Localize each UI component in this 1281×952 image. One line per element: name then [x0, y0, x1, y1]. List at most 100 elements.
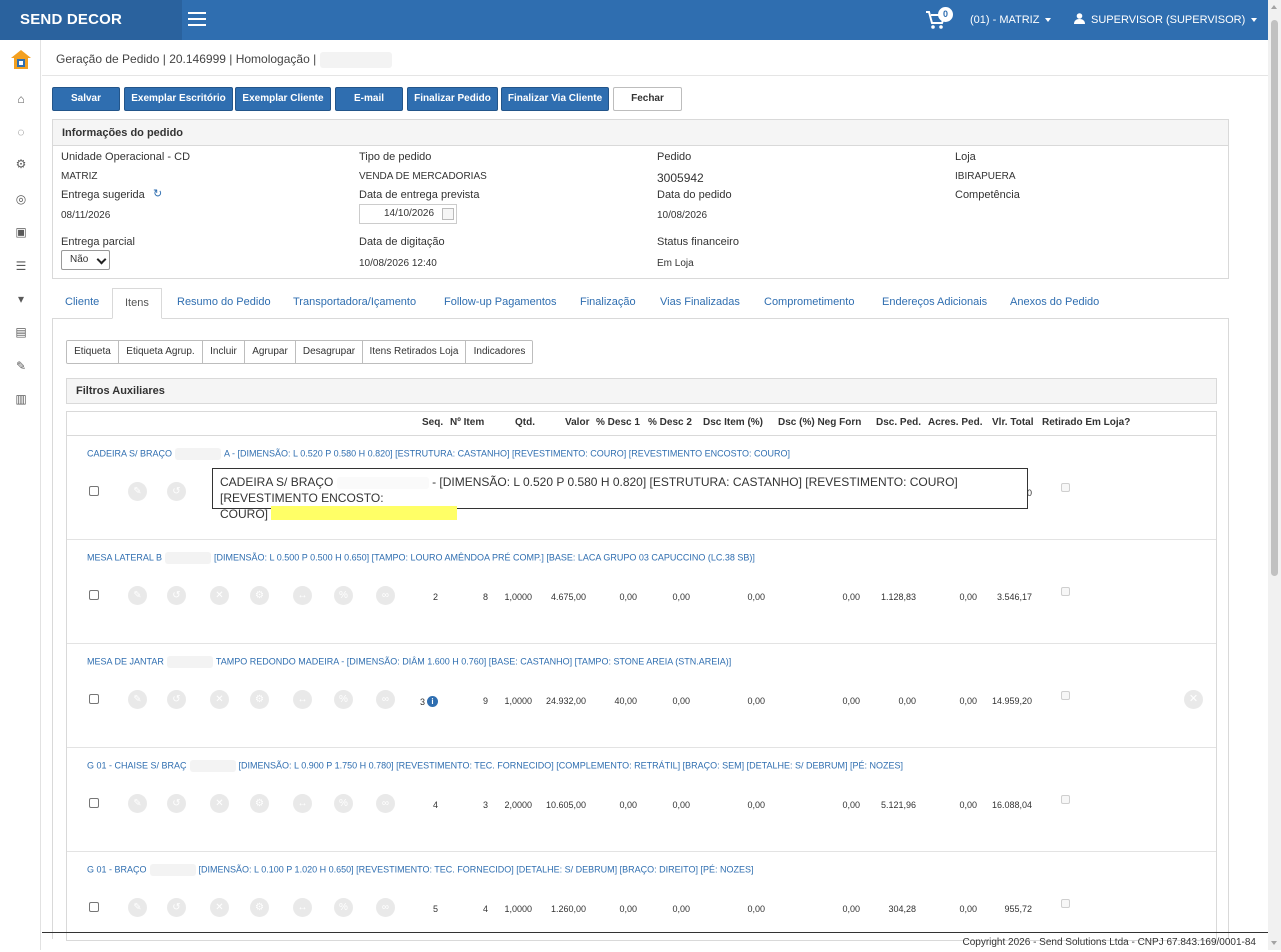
table-row: G 01 - BRAÇO [DIMENSÃO: L 0.100 P 1.020 H…	[67, 852, 1216, 940]
history-icon[interactable]: ↺	[167, 586, 186, 605]
link-icon[interactable]: ∞	[376, 898, 395, 917]
money-icon[interactable]: ▣	[14, 225, 28, 239]
calendar-icon[interactable]	[442, 208, 454, 220]
tab-cliente[interactable]: Cliente	[65, 288, 99, 319]
user-menu[interactable]: SUPERVISOR (SUPERVISOR)	[1074, 0, 1258, 40]
scroll-up-arrow-icon[interactable]	[1271, 5, 1277, 9]
app-logo-icon[interactable]	[9, 48, 33, 72]
history-icon[interactable]: ↺	[167, 898, 186, 917]
partial-delivery-select[interactable]: Não	[61, 250, 110, 270]
spinner-icon[interactable]: ◌	[14, 125, 28, 139]
remove-icon[interactable]: ✕	[210, 794, 229, 813]
auxiliary-filters[interactable]: Filtros Auxiliares	[66, 378, 1217, 404]
bar-chart-icon[interactable]: ▥	[14, 392, 28, 406]
item-description-link[interactable]: G 01 - CHAISE S/ BRAÇ [DIMENSÃO: L 0.900 …	[87, 760, 903, 772]
edit-icon[interactable]: ✎	[128, 482, 147, 501]
delivery-date-input[interactable]: 14/10/2026	[359, 204, 457, 224]
percent-icon[interactable]: %	[334, 690, 353, 709]
retirado-checkbox[interactable]	[1061, 899, 1070, 908]
cogs-icon[interactable]: ⚙	[14, 157, 28, 171]
row-select-checkbox[interactable]	[89, 694, 99, 704]
link-icon[interactable]: ∞	[376, 794, 395, 813]
settings-icon[interactable]: ⚙	[250, 690, 269, 709]
edit-icon[interactable]: ✎	[128, 794, 147, 813]
settings-icon[interactable]: ⚙	[250, 898, 269, 917]
cell-item: 3	[482, 800, 488, 810]
save-button[interactable]: Salvar	[52, 87, 120, 111]
retirado-checkbox[interactable]	[1061, 795, 1070, 804]
refresh-icon[interactable]: ↻	[153, 189, 163, 200]
settings-icon[interactable]: ⚙	[250, 794, 269, 813]
remove-icon[interactable]: ✕	[210, 898, 229, 917]
info-icon[interactable]: i	[427, 696, 438, 707]
row-select-checkbox[interactable]	[89, 590, 99, 600]
page-scrollbar[interactable]	[1268, 0, 1281, 950]
history-icon[interactable]: ↺	[167, 794, 186, 813]
scrollbar-thumb[interactable]	[1271, 20, 1278, 576]
target-icon[interactable]: ◎	[14, 192, 28, 206]
office-copy-button[interactable]: Exemplar Escritório	[124, 87, 233, 111]
finalize-via-client-button[interactable]: Finalizar Via Cliente	[501, 87, 609, 111]
link-icon[interactable]: ∞	[376, 586, 395, 605]
description-tooltip: CADEIRA S/ BRAÇO - [DIMENSÃO: L 0.520 P …	[212, 468, 1028, 521]
incluir-button[interactable]: Incluir	[203, 341, 245, 363]
wrench-icon[interactable]: ✎	[14, 359, 28, 373]
picture-icon[interactable]: ▤	[14, 325, 28, 339]
page-title: Geração de Pedido | 20.146999 | Homologa…	[56, 52, 392, 68]
desagrupar-button[interactable]: Desagrupar	[296, 341, 363, 363]
cart-icon[interactable]: ▾	[14, 292, 28, 306]
tab-resumo[interactable]: Resumo do Pedido	[177, 288, 271, 319]
tab-finalizacao[interactable]: Finalização	[580, 288, 636, 319]
cell-qtd: 2,0000	[504, 800, 532, 810]
tab-vias-finalizadas[interactable]: Vias Finalizadas	[660, 288, 740, 319]
finalize-order-button[interactable]: Finalizar Pedido	[407, 87, 498, 111]
row-select-checkbox[interactable]	[89, 798, 99, 808]
etiqueta-agrup-button[interactable]: Etiqueta Agrup.	[119, 341, 203, 363]
split-icon[interactable]: ↔	[293, 690, 312, 709]
row-select-checkbox[interactable]	[89, 486, 99, 496]
etiqueta-button[interactable]: Etiqueta	[67, 341, 119, 363]
item-description-link[interactable]: CADEIRA S/ BRAÇO A - [DIMENSÃO: L 0.520 P…	[87, 448, 790, 460]
percent-icon[interactable]: %	[334, 586, 353, 605]
retirado-checkbox[interactable]	[1061, 587, 1070, 596]
retirado-checkbox[interactable]	[1061, 691, 1070, 700]
remove-icon[interactable]: ✕	[210, 690, 229, 709]
scroll-down-arrow-icon[interactable]	[1271, 941, 1277, 945]
split-icon[interactable]: ↔	[293, 586, 312, 605]
tab-transportadora[interactable]: Transportadora/Içamento	[293, 288, 416, 319]
percent-icon[interactable]: %	[334, 898, 353, 917]
tab-comprometimento[interactable]: Comprometimento	[764, 288, 854, 319]
brand-logo[interactable]: SEND DECOR	[0, 0, 182, 40]
delete-row-icon[interactable]: ✕	[1184, 690, 1203, 709]
client-copy-button[interactable]: Exemplar Cliente	[235, 87, 331, 111]
edit-icon[interactable]: ✎	[128, 586, 147, 605]
link-icon[interactable]: ∞	[376, 690, 395, 709]
close-button[interactable]: Fechar	[613, 87, 682, 111]
indicadores-button[interactable]: Indicadores	[466, 341, 532, 363]
retirado-checkbox[interactable]	[1061, 483, 1070, 492]
edit-icon[interactable]: ✎	[128, 690, 147, 709]
itens-retirados-button[interactable]: Itens Retirados Loja	[363, 341, 466, 363]
item-description-link[interactable]: MESA DE JANTAR TAMPO REDONDO MADEIRA - [D…	[87, 656, 731, 668]
split-icon[interactable]: ↔	[293, 794, 312, 813]
history-icon[interactable]: ↺	[167, 482, 186, 501]
item-description-link[interactable]: MESA LATERAL B [DIMENSÃO: L 0.500 P 0.500…	[87, 552, 755, 564]
tab-enderecos[interactable]: Endereços Adicionais	[882, 288, 987, 319]
remove-icon[interactable]: ✕	[210, 586, 229, 605]
home-icon[interactable]: ⌂	[14, 92, 28, 106]
item-description-link[interactable]: G 01 - BRAÇO [DIMENSÃO: L 0.100 P 1.020 H…	[87, 864, 754, 876]
row-select-checkbox[interactable]	[89, 902, 99, 912]
hamburger-menu-icon[interactable]	[188, 12, 206, 26]
email-button[interactable]: E-mail	[335, 87, 403, 111]
history-icon[interactable]: ↺	[167, 690, 186, 709]
edit-icon[interactable]: ✎	[128, 898, 147, 917]
store-selector[interactable]: (01) - MATRIZ	[970, 0, 1052, 40]
settings-icon[interactable]: ⚙	[250, 586, 269, 605]
split-icon[interactable]: ↔	[293, 898, 312, 917]
tab-itens[interactable]: Itens	[112, 288, 162, 319]
percent-icon[interactable]: %	[334, 794, 353, 813]
sliders-icon[interactable]: ☰	[14, 259, 28, 273]
tab-followup[interactable]: Follow-up Pagamentos	[444, 288, 557, 319]
tab-anexos[interactable]: Anexos do Pedido	[1010, 288, 1099, 319]
agrupar-button[interactable]: Agrupar	[245, 341, 296, 363]
